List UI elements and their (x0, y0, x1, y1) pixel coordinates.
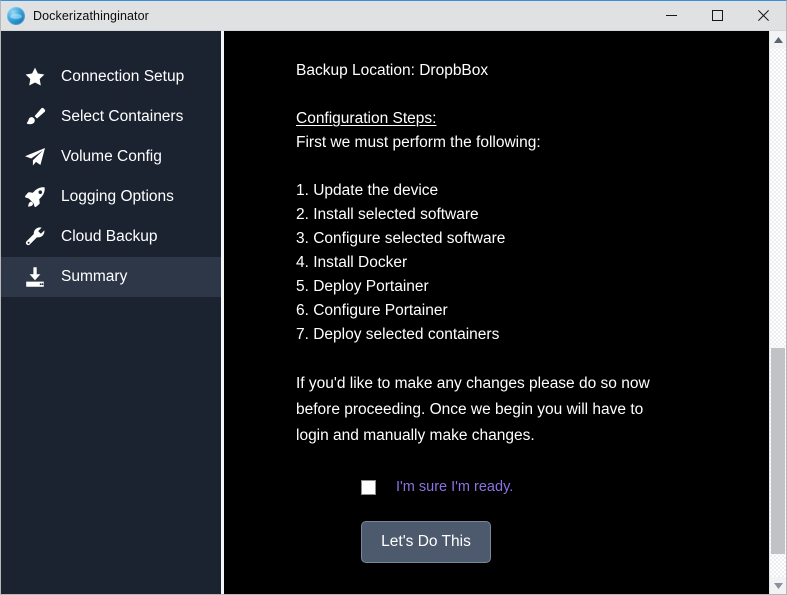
scrollbar-thumb[interactable] (771, 348, 785, 554)
ready-confirmation-row: I'm sure I'm ready. (296, 475, 769, 499)
star-icon (15, 65, 55, 89)
window-title: Dockerizathinginator (33, 8, 149, 23)
sidebar-item-label: Connection Setup (61, 68, 185, 85)
sidebar-item-cloud-backup[interactable]: Cloud Backup (1, 217, 221, 257)
sidebar-item-volume-config[interactable]: Volume Config (1, 137, 221, 177)
sidebar-item-summary[interactable]: Summary (1, 257, 221, 297)
backup-location-line: Backup Location: DropbBox (296, 62, 489, 79)
globe-icon (7, 6, 25, 25)
summary-text-block: Cloud Selection: Backup Location: DropbB… (296, 31, 769, 579)
minimize-button[interactable] (648, 1, 694, 31)
window-controls (648, 1, 786, 31)
list-item: 5. Deploy Portainer (296, 278, 429, 295)
configuration-steps-list: 1. Update the device 2. Install selected… (296, 179, 769, 347)
sidebar-item-logging-options[interactable]: Logging Options (1, 177, 221, 217)
title-bar: Dockerizathinginator (1, 1, 786, 31)
scrollbar-track[interactable] (770, 48, 786, 577)
rocket-icon (15, 185, 55, 209)
vertical-scrollbar[interactable] (769, 31, 786, 594)
ready-checkbox[interactable] (361, 479, 376, 495)
list-item: 6. Configure Portainer (296, 302, 448, 319)
download-install-icon (15, 265, 55, 289)
scroll-down-button[interactable] (770, 577, 786, 594)
content-scroll-viewport: Cloud Selection: Backup Location: DropbB… (224, 31, 769, 594)
list-item: 3. Configure selected software (296, 230, 506, 247)
sidebar-navigation: Connection Setup Select Containers Volum… (1, 31, 224, 594)
wrench-icon (15, 225, 55, 249)
window-body: Connection Setup Select Containers Volum… (1, 31, 786, 594)
closing-paragraph: If you'd like to make any changes please… (296, 375, 650, 444)
list-item: 4. Install Docker (296, 254, 408, 271)
summary-content-pane: Cloud Selection: Backup Location: DropbB… (224, 31, 786, 594)
sidebar-item-label: Cloud Backup (61, 228, 158, 245)
sidebar-item-label: Summary (61, 268, 128, 285)
close-button[interactable] (740, 1, 786, 31)
sidebar-item-label: Volume Config (61, 148, 162, 165)
list-item: 2. Install selected software (296, 206, 479, 223)
configuration-steps-intro: First we must perform the following: (296, 134, 541, 151)
paint-brush-icon (15, 105, 55, 129)
sidebar-item-connection-setup[interactable]: Connection Setup (1, 57, 221, 97)
paper-plane-icon (15, 145, 55, 169)
sidebar-item-label: Logging Options (61, 188, 174, 205)
ready-checkbox-label[interactable]: I'm sure I'm ready. (396, 475, 513, 499)
application-window: Dockerizathinginator Connection Setup Se… (0, 0, 787, 595)
action-row: Let's Do This (296, 521, 769, 563)
start-button[interactable]: Let's Do This (361, 521, 491, 563)
configuration-steps-heading: Configuration Steps: (296, 110, 437, 127)
sidebar-item-label: Select Containers (61, 108, 184, 125)
maximize-button[interactable] (694, 1, 740, 31)
scroll-up-button[interactable] (770, 31, 786, 48)
list-item: 7. Deploy selected containers (296, 326, 500, 343)
list-item: 1. Update the device (296, 182, 439, 199)
sidebar-item-select-containers[interactable]: Select Containers (1, 97, 221, 137)
